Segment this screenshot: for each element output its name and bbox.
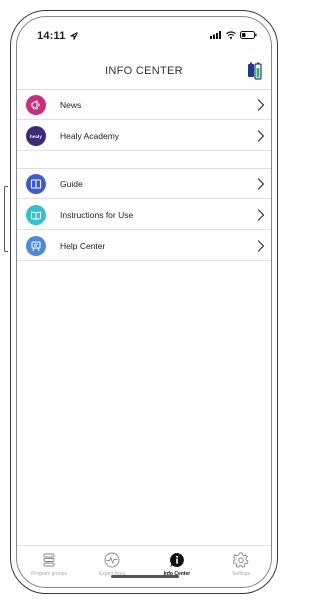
menu-item-label: Instructions for Use — [60, 210, 134, 220]
menu-item-label: Healy Academy — [60, 131, 120, 141]
device-battery-icon[interactable] — [247, 61, 263, 81]
menu-item-academy[interactable]: healy Healy Academy — [17, 121, 271, 151]
row-divider — [17, 229, 271, 230]
tab-info-center[interactable]: Info Center — [147, 552, 207, 577]
tab-expert-area[interactable]: Expert Area — [82, 552, 142, 577]
home-indicator[interactable] — [111, 575, 179, 578]
tab-label: Program groups — [31, 571, 67, 577]
chevron-right-icon — [257, 178, 265, 190]
info-bubble-icon — [170, 553, 184, 567]
battery-icon — [240, 31, 257, 39]
tab-label: Settings — [231, 571, 251, 577]
gear-icon — [233, 552, 249, 568]
device-side-button — [4, 186, 8, 252]
megaphone-icon — [26, 95, 46, 115]
app-screen: 14:11 INFO CENTER News healy Healy Acade… — [16, 16, 272, 588]
row-divider — [17, 150, 271, 151]
menu-item-guide[interactable]: Guide — [17, 169, 271, 199]
page-title: INFO CENTER — [105, 65, 183, 77]
location-arrow-icon — [70, 32, 78, 40]
healy-logo-icon: healy — [26, 126, 46, 146]
menu-item-news[interactable]: News — [17, 90, 271, 120]
row-divider — [17, 119, 271, 120]
open-book-icon — [26, 205, 46, 225]
help-board-icon — [26, 236, 46, 256]
tab-bar: Program groups Expert Area Info Center S… — [17, 545, 271, 587]
tab-program-groups[interactable]: Program groups — [19, 552, 79, 577]
book-icon — [26, 174, 46, 194]
chevron-right-icon — [257, 209, 265, 221]
row-divider — [17, 198, 271, 199]
tab-settings[interactable]: Settings — [211, 552, 271, 577]
menu-item-label: News — [60, 100, 82, 110]
menu-item-label: Help Center — [60, 241, 106, 251]
menu-item-instructions[interactable]: Instructions for Use — [17, 200, 271, 230]
list-icon — [43, 553, 55, 567]
chevron-right-icon — [257, 130, 265, 142]
status-time: 14:11 — [37, 30, 78, 42]
signal-icon — [210, 31, 221, 39]
page-header: INFO CENTER — [17, 57, 271, 87]
status-bar: 14:11 — [17, 17, 271, 45]
menu-item-label: Guide — [60, 179, 83, 189]
chevron-right-icon — [257, 99, 265, 111]
wifi-icon — [226, 31, 236, 39]
pulse-icon — [104, 552, 120, 568]
menu-item-help-center[interactable]: Help Center — [17, 231, 271, 261]
chevron-right-icon — [257, 240, 265, 252]
row-divider — [17, 260, 271, 261]
